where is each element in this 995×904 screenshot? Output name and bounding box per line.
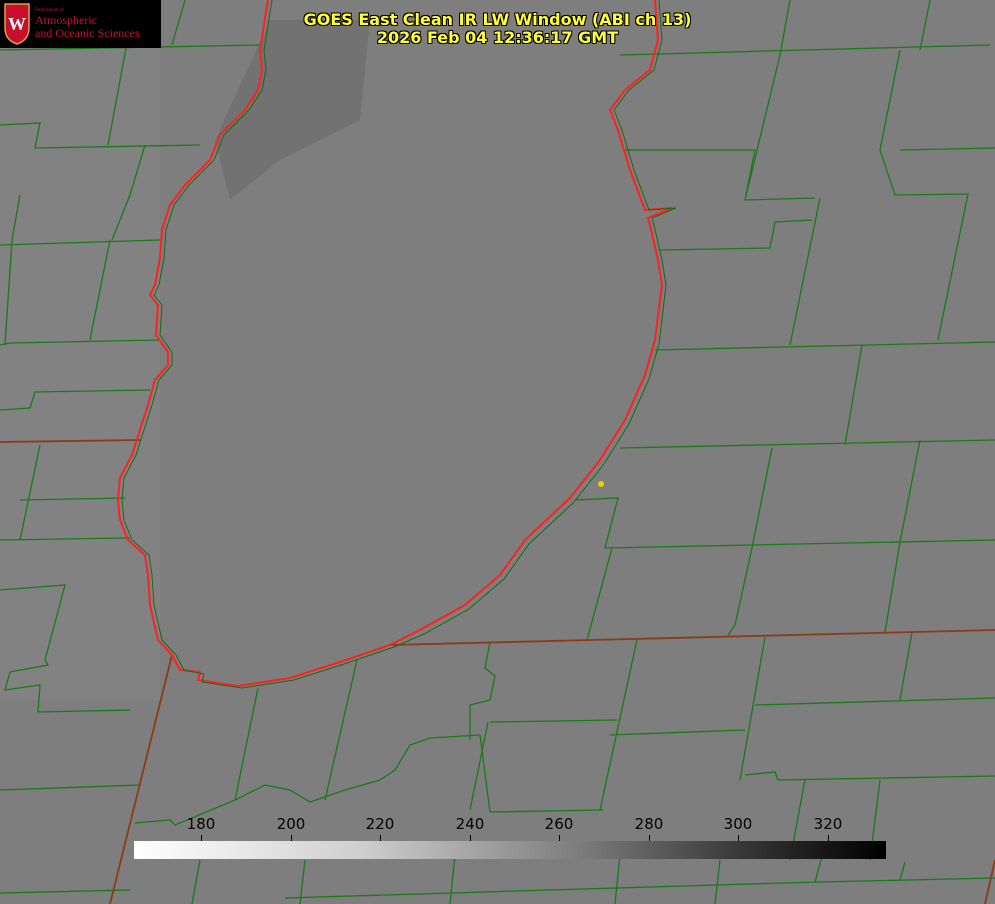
title-timestamp: 2026 Feb 04 12:36:17 GMT <box>376 28 619 47</box>
colorbar-tick-label: 240 <box>455 815 485 833</box>
image-title: GOES East Clean IR LW Window (ABI ch 13)… <box>0 11 995 47</box>
colorbar-tick-label: 200 <box>276 815 306 833</box>
colorbar-tick-label: 220 <box>365 815 395 833</box>
title-product: GOES East Clean IR LW Window (ABI ch 13) <box>303 10 692 29</box>
colorbar-tick-mark <box>738 835 739 841</box>
station-marker-icon <box>598 481 604 487</box>
colorbar-tick-mark <box>201 835 202 841</box>
colorbar-tick-mark <box>380 835 381 841</box>
colorbar-tick-mark <box>649 835 650 841</box>
colorbar-tick-label: 320 <box>813 815 843 833</box>
land-west-shade <box>0 0 160 700</box>
colorbar-tick-label: 180 <box>186 815 216 833</box>
satellite-image-frame: W Department of Atmospheric and Oceanic … <box>0 0 995 904</box>
colorbar-tick-mark <box>828 835 829 841</box>
colorbar-tick-label: 300 <box>723 815 753 833</box>
satellite-map <box>0 0 995 904</box>
colorbar-tick-mark <box>559 835 560 841</box>
colorbar <box>134 841 886 859</box>
colorbar-tick-label: 260 <box>544 815 574 833</box>
colorbar-tick-mark <box>470 835 471 841</box>
colorbar-tick-label: 280 <box>634 815 664 833</box>
colorbar-tick-mark <box>291 835 292 841</box>
